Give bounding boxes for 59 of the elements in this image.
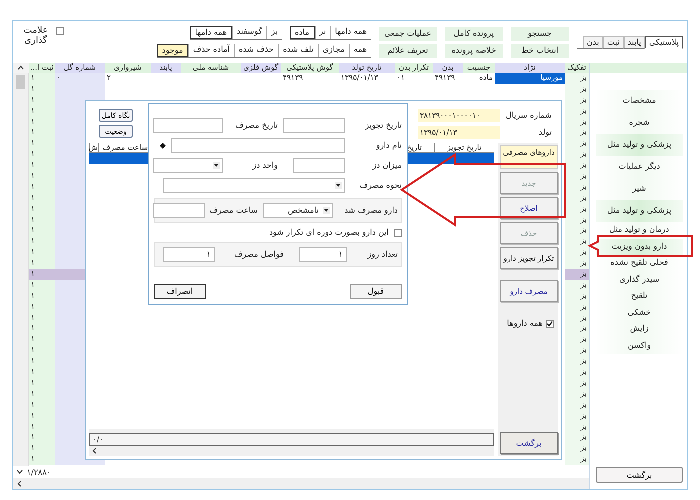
dropdown-arrow-icon <box>335 182 342 189</box>
field-label: تولد <box>538 128 552 137</box>
field-label: نحوه مصرف <box>358 181 402 190</box>
dropdown-arrow-icon <box>323 207 330 214</box>
dropdown[interactable] <box>163 178 345 193</box>
toolbar-button[interactable]: انتخاب خط <box>511 44 570 58</box>
field-label: شماره سریال <box>506 111 552 120</box>
checkbox-label: علامت گذاری <box>22 27 50 47</box>
scrollbar[interactable] <box>13 478 589 489</box>
input-field[interactable] <box>283 118 345 133</box>
record-count: ۱/۲۸۸۰ <box>27 468 52 476</box>
dropdown-arrow-icon <box>213 162 220 169</box>
toolbar-button[interactable]: خلاصه پرونده <box>445 44 504 58</box>
checkbox-label: این دارو بصورت دوره ای تکرار شود <box>269 228 389 237</box>
input-field[interactable]: ۱ <box>163 247 215 262</box>
filter-tab[interactable]: ماده <box>290 26 315 39</box>
cancel-button[interactable]: انصراف <box>154 284 206 299</box>
up-caret-icon <box>18 65 24 71</box>
diamond-icon <box>160 142 166 148</box>
field-label: تعداد روز <box>366 250 398 259</box>
checkbox-label: همه داروها <box>507 319 543 328</box>
dropdown[interactable]: نامشخص <box>263 203 333 218</box>
back-button[interactable]: برگشت <box>500 432 558 454</box>
menu-item[interactable]: پزشکی و تولید مثل <box>596 134 683 156</box>
toolbar-button[interactable]: تعریف علائم <box>379 44 438 58</box>
input-field[interactable] <box>293 158 345 173</box>
view-tab[interactable]: بدن <box>583 36 604 48</box>
field-label: دارو مصرف شد <box>344 206 398 215</box>
checkbox[interactable] <box>394 228 402 236</box>
field-label: تاریخ تجویز <box>364 121 402 130</box>
field-label: ساعت مصرف <box>210 206 258 215</box>
field-label: تاریخ مصرف <box>234 121 278 130</box>
input-field[interactable] <box>153 203 205 218</box>
dropdown[interactable] <box>153 158 223 173</box>
filter-tab[interactable]: موجود <box>157 44 188 57</box>
input-field[interactable] <box>171 138 345 153</box>
filter-tab[interactable]: گوسفند <box>232 26 266 39</box>
toolbar-button[interactable]: عملیات جمعی <box>379 26 438 40</box>
toolbar-button[interactable]: جستجو <box>511 26 570 40</box>
left-caret-icon <box>92 448 98 454</box>
view-tab[interactable]: ثبت <box>603 36 624 48</box>
scrollbar[interactable] <box>13 73 29 466</box>
input-field[interactable]: ۱ <box>299 247 347 262</box>
input-field[interactable] <box>153 118 223 133</box>
toolbar-button[interactable]: پرونده کامل <box>445 26 504 40</box>
field-label: میزان دز <box>372 161 402 170</box>
menu-item[interactable]: پزشکی و تولید مثل <box>596 200 683 222</box>
ok-button[interactable]: قبول <box>350 284 402 299</box>
checkbox[interactable] <box>56 27 64 35</box>
field-label: واحد دز <box>251 161 278 170</box>
view-tab[interactable]: پابند <box>624 36 646 48</box>
menu-item[interactable]: دارو بدون ویزیت <box>596 238 683 255</box>
field-label: فواصل مصرف <box>233 250 284 259</box>
view-tab[interactable]: پلاستیکی <box>645 36 683 48</box>
back-button[interactable]: برگشت <box>596 467 683 483</box>
filter-tab[interactable]: همه دامها <box>190 26 232 39</box>
checkbox[interactable] <box>546 320 554 328</box>
down-caret-icon <box>17 469 23 475</box>
left-caret-icon <box>17 480 23 486</box>
